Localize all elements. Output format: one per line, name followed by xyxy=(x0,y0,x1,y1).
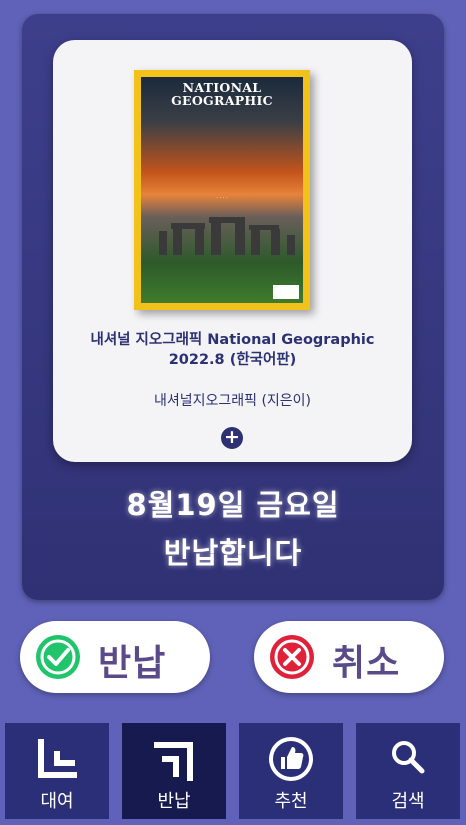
nav-label-return: 반납 xyxy=(157,791,191,812)
plus-circle-icon[interactable]: + xyxy=(221,427,243,449)
x-circle-icon xyxy=(270,635,314,679)
cover-photo: NATIONAL GEOGRAPHIC · · · · xyxy=(141,77,303,303)
book-title-line1: 내셔널 지오그래픽 National Geographic xyxy=(90,332,375,348)
stonehenge-graphic xyxy=(159,217,295,255)
book-author: 내셔널지오그래픽 (지은이) xyxy=(153,393,312,409)
book-cover: NATIONAL GEOGRAPHIC · · · · xyxy=(134,70,310,310)
cancel-label: 취소 xyxy=(332,643,401,684)
due-message: 반납합니다 xyxy=(163,536,303,570)
nav-item-recommend[interactable]: 추천 xyxy=(239,723,343,819)
borrow-icon xyxy=(38,739,77,778)
nav-item-borrow[interactable]: 대여 xyxy=(5,723,109,819)
cover-caption: · · · · xyxy=(216,195,228,201)
barcode xyxy=(273,285,299,299)
nav-label-search: 검색 xyxy=(391,791,425,812)
cover-brand: NATIONAL GEOGRAPHIC xyxy=(171,80,273,108)
due-date: 8월19일 금요일 xyxy=(126,488,340,522)
book-title: 내셔널 지오그래픽 National Geographic 2022.8 (한국… xyxy=(53,330,412,370)
check-circle-icon xyxy=(36,635,80,679)
book-title-line2: 2022.8 (한국어판) xyxy=(168,352,297,368)
search-icon xyxy=(392,741,425,774)
confirm-return-button[interactable]: 반납 xyxy=(20,621,210,693)
nav-item-return[interactable]: 반납 xyxy=(122,723,226,819)
return-icon xyxy=(154,742,193,781)
book-card[interactable]: NATIONAL GEOGRAPHIC · · · · 내셔널 지오그래픽 Na… xyxy=(53,40,412,462)
confirm-label: 반납 xyxy=(98,643,167,684)
nav-label-borrow: 대여 xyxy=(40,791,74,812)
cancel-button[interactable]: 취소 xyxy=(254,621,444,693)
thumbs-up-icon xyxy=(269,737,313,781)
nav-item-search[interactable]: 검색 xyxy=(356,723,460,819)
nav-label-recommend: 추천 xyxy=(274,791,308,812)
